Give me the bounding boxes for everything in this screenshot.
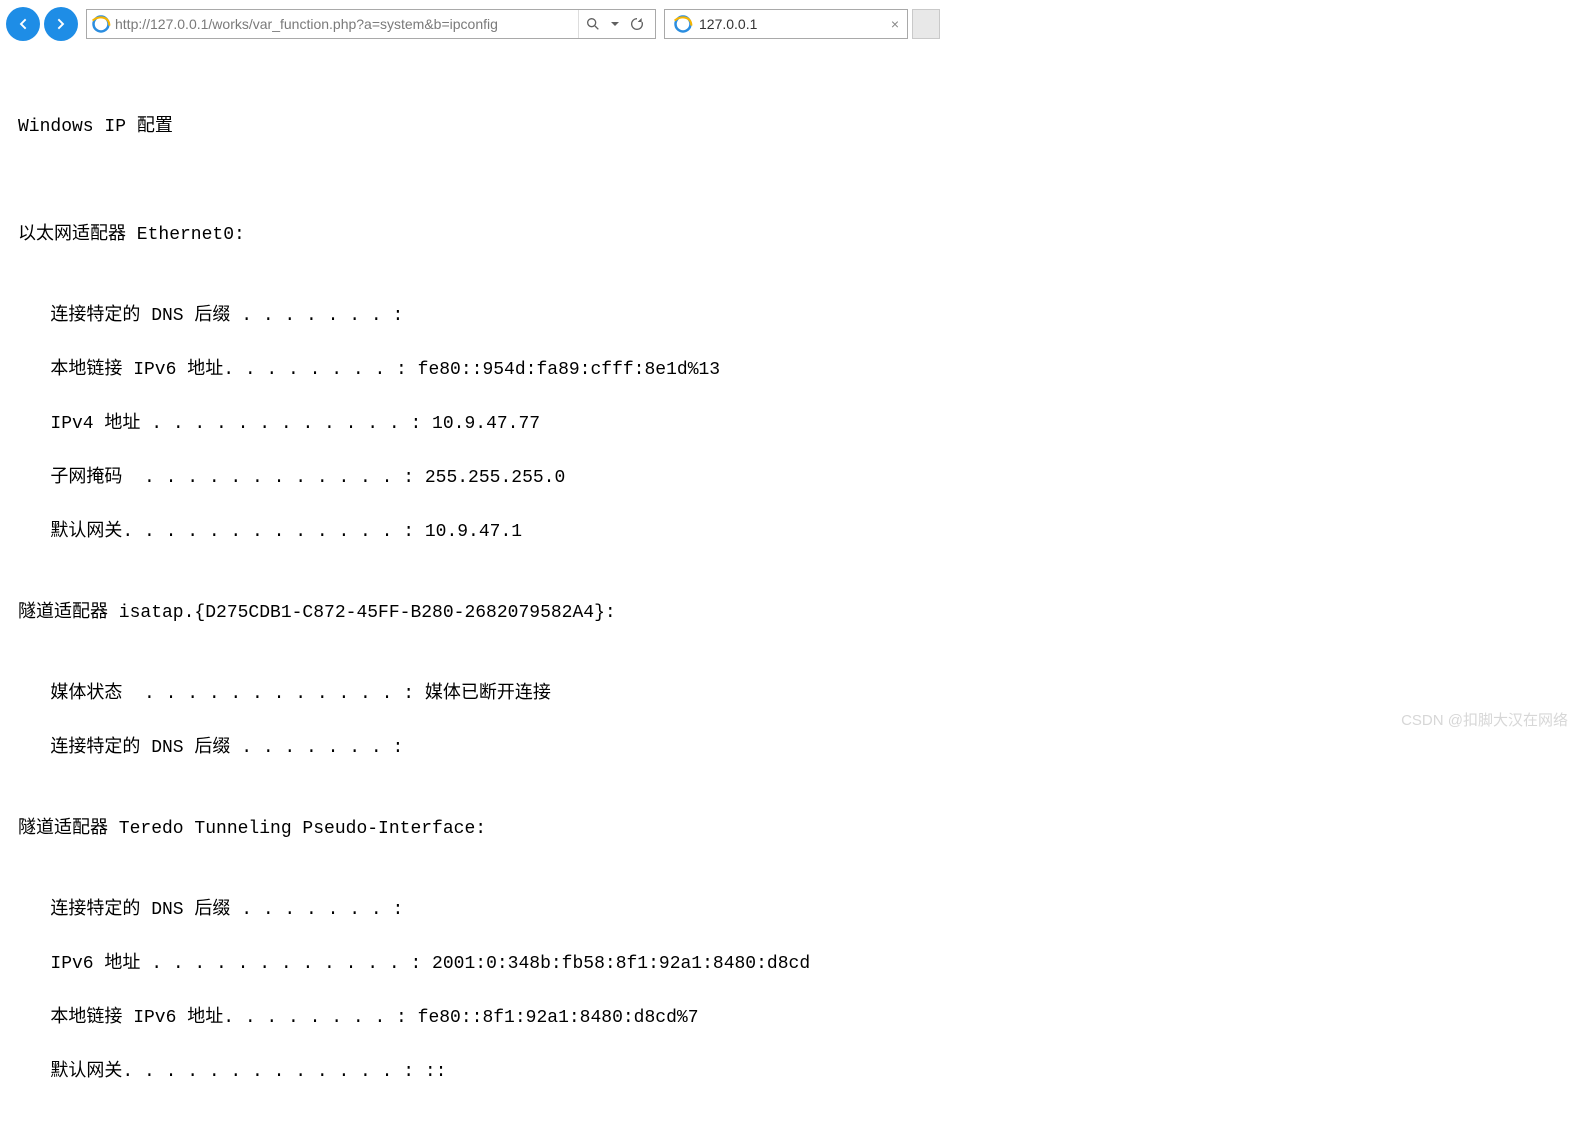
output-line: IPv6 地址 . . . . . . . . . . . . : 2001:0… [18,951,1564,978]
url-input[interactable] [115,16,574,32]
arrow-right-icon [53,16,69,32]
arrow-left-icon [15,16,31,32]
adapter-header: 以太网适配器 Ethernet0: [18,222,1564,249]
output-line: 默认网关. . . . . . . . . . . . . : 10.9.47.… [18,519,1564,546]
output-line: 默认网关. . . . . . . . . . . . . : :: [18,1059,1564,1086]
tab-title: 127.0.0.1 [699,16,885,32]
output-line: 连接特定的 DNS 后缀 . . . . . . . : [18,735,1564,762]
ie-icon [673,14,693,34]
output-line: 本地链接 IPv6 地址. . . . . . . . : fe80::8f1:… [18,1005,1564,1032]
back-button[interactable] [6,7,40,41]
browser-tab[interactable]: 127.0.0.1 × [664,9,908,39]
output-line: IPv4 地址 . . . . . . . . . . . . : 10.9.4… [18,411,1564,438]
dropdown-icon[interactable] [607,16,623,32]
address-controls [578,10,651,38]
adapter-header: 隧道适配器 isatap.{D275CDB1-C872-45FF-B280-26… [18,600,1564,627]
output-header: Windows IP 配置 [18,114,1564,141]
output-line: 子网掩码 . . . . . . . . . . . . : 255.255.2… [18,465,1564,492]
address-bar [86,9,656,39]
refresh-icon[interactable] [629,16,645,32]
new-tab-button[interactable] [912,9,940,39]
browser-toolbar: 127.0.0.1 × [0,0,1582,48]
output-line: 连接特定的 DNS 后缀 . . . . . . . : [18,897,1564,924]
forward-button[interactable] [44,7,78,41]
adapter-header: 隧道适配器 Teredo Tunneling Pseudo-Interface: [18,816,1564,843]
ie-icon [91,14,111,34]
page-body: Windows IP 配置 以太网适配器 Ethernet0: 连接特定的 DN… [0,48,1582,1125]
search-icon[interactable] [585,16,601,32]
close-tab-button[interactable]: × [891,17,899,31]
output-line: 连接特定的 DNS 后缀 . . . . . . . : [18,303,1564,330]
output-line: 媒体状态 . . . . . . . . . . . . : 媒体已断开连接 [18,681,1564,708]
output-line: 本地链接 IPv6 地址. . . . . . . . : fe80::954d… [18,357,1564,384]
